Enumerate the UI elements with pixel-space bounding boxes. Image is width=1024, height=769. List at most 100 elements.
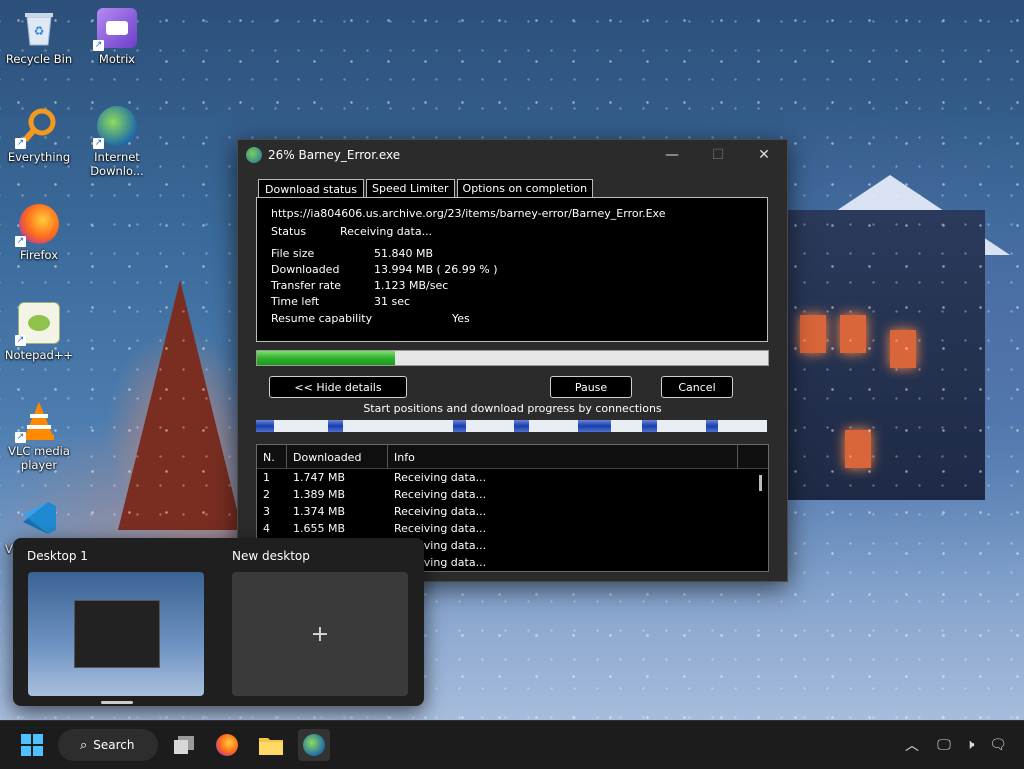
- house-window: [840, 315, 866, 353]
- maximize-button[interactable]: ☐: [695, 140, 741, 170]
- time-left-value: 31 sec: [374, 295, 411, 308]
- connection-segment: [577, 420, 612, 432]
- desktop-icon-recycle-bin[interactable]: ♻ Recycle Bin: [1, 8, 77, 66]
- idm-app-icon: [246, 147, 262, 163]
- vscode-icon: [19, 498, 59, 538]
- start-button[interactable]: [16, 729, 48, 761]
- new-desktop-label: New desktop: [232, 549, 310, 563]
- desktop-icon-everything[interactable]: ↗ Everything: [1, 106, 77, 164]
- firefox-icon: ↗: [15, 204, 59, 247]
- status-value: Receiving data...: [340, 225, 433, 238]
- cell-downloaded: 1.374 MB: [293, 505, 346, 518]
- network-icon: 🖵: [937, 737, 951, 753]
- download-progress-fill: [257, 351, 395, 365]
- show-hidden-icons-button[interactable]: ︿: [896, 729, 928, 761]
- download-progress-bar: [256, 350, 769, 366]
- column-header-info[interactable]: Info: [388, 445, 738, 468]
- table-scrollbar[interactable]: [759, 475, 762, 491]
- taskbar-firefox[interactable]: [211, 729, 243, 761]
- desktop-icon-vlc[interactable]: ↗ VLC media player: [1, 400, 77, 472]
- taskbar-idm[interactable]: [298, 729, 330, 761]
- resume-label: Resume capability: [271, 312, 373, 325]
- windows-logo-icon: [21, 734, 43, 756]
- tab-download-status[interactable]: Download status: [258, 179, 364, 199]
- active-desktop-indicator: [101, 701, 133, 704]
- folder-icon: [259, 738, 283, 755]
- cell-info: Receiving data...: [394, 539, 487, 552]
- cancel-button[interactable]: Cancel: [661, 376, 733, 398]
- table-row[interactable]: 3 1.374 MB Receiving data...: [257, 503, 768, 520]
- chevron-up-icon: ︿: [905, 738, 919, 754]
- desktop-icon-idm[interactable]: ↗ Internet Downlo...: [79, 106, 155, 178]
- file-size-label: File size: [271, 247, 315, 260]
- desktop-icon-firefox[interactable]: ↗ Firefox: [1, 204, 77, 262]
- idm-icon: [303, 734, 325, 756]
- file-size-value: 51.840 MB: [374, 247, 434, 260]
- status-label: Status: [271, 225, 307, 238]
- cell-number: 1: [263, 471, 270, 484]
- cell-number: 4: [263, 522, 270, 535]
- table-header: N. Downloaded Info: [257, 445, 768, 469]
- column-header-number[interactable]: N.: [257, 445, 287, 468]
- connection-segment: [514, 420, 530, 432]
- new-desktop-button[interactable]: +: [232, 572, 408, 696]
- taskbar: ⌕ Search ︿ 🖵 🕨 🗨: [0, 720, 1024, 769]
- column-header-downloaded[interactable]: Downloaded: [287, 445, 388, 468]
- desktop-1-thumbnail[interactable]: [28, 572, 204, 696]
- cell-downloaded: 1.655 MB: [293, 522, 346, 535]
- transfer-rate-value: 1.123 MB/sec: [374, 279, 449, 292]
- connection-segment: [705, 420, 719, 432]
- downloaded-label: Downloaded: [271, 263, 340, 276]
- recycle-bin-icon: ♻: [19, 8, 59, 48]
- desktop-icon-label: Motrix: [98, 52, 136, 66]
- plus-icon: +: [310, 621, 330, 647]
- desktop-icon-motrix[interactable]: ↗ Motrix: [79, 8, 155, 66]
- window-title: 26% Barney_Error.exe: [268, 148, 401, 162]
- desktop-icon-label: Notepad++: [4, 348, 74, 362]
- hide-details-button[interactable]: << Hide details: [269, 376, 407, 398]
- house-window: [800, 315, 826, 353]
- pause-button[interactable]: Pause: [550, 376, 632, 398]
- connection-segment: [256, 420, 274, 432]
- downloaded-row: Downloaded 13.994 MB ( 26.99 % ): [271, 263, 498, 276]
- minimize-button[interactable]: —: [649, 140, 695, 170]
- desktop-1-label: Desktop 1: [27, 549, 88, 563]
- task-view-icon: [174, 736, 194, 754]
- idm-icon: ↗: [93, 106, 137, 149]
- desktop-icon-label: VLC media player: [8, 444, 70, 472]
- notepadpp-icon: ↗: [15, 302, 60, 346]
- idm-download-window[interactable]: 26% Barney_Error.exe — ☐ ✕ Download stat…: [237, 139, 788, 582]
- everything-icon: ↗: [15, 106, 59, 149]
- connections-caption: Start positions and download progress by…: [363, 402, 662, 415]
- connection-segment: [452, 420, 466, 432]
- tab-speed-limiter[interactable]: Speed Limiter: [365, 179, 455, 199]
- vlc-icon: ↗: [15, 400, 59, 443]
- table-row[interactable]: 2 1.389 MB Receiving data...: [257, 486, 768, 503]
- tab-options-on-completion[interactable]: Options on completion: [456, 179, 594, 199]
- time-left-label: Time left: [271, 295, 320, 308]
- desktop-icon-notepadpp[interactable]: ↗ Notepad++: [1, 302, 77, 362]
- cell-info: Receiving data...: [394, 471, 487, 484]
- thumbnail-window-preview: [74, 600, 160, 668]
- cell-downloaded: 1.389 MB: [293, 488, 346, 501]
- notifications-button[interactable]: 🗨: [982, 729, 1014, 761]
- task-view-button[interactable]: [168, 729, 200, 761]
- close-button[interactable]: ✕: [741, 140, 787, 170]
- cell-info: Receiving data...: [394, 556, 487, 569]
- house: [785, 210, 985, 500]
- search-label: Search: [93, 738, 135, 752]
- transfer-rate-row: Transfer rate 1.123 MB/sec: [271, 279, 448, 292]
- title-bar[interactable]: 26% Barney_Error.exe — ☐ ✕: [238, 140, 787, 170]
- taskbar-file-explorer[interactable]: [255, 729, 287, 761]
- taskbar-search-button[interactable]: ⌕ Search: [58, 729, 158, 761]
- tab-strip: Download status Speed Limiter Options on…: [258, 179, 595, 199]
- download-url: https://ia804606.us.archive.org/23/items…: [271, 207, 666, 220]
- table-row[interactable]: 1 1.747 MB Receiving data...: [257, 469, 768, 486]
- cell-number: 3: [263, 505, 270, 518]
- connections-progress-bar: [256, 420, 767, 432]
- desktop-icon-label: Recycle Bin: [5, 52, 73, 66]
- time-left-row: Time left 31 sec: [271, 295, 410, 308]
- resume-row: Resume capability Yes: [271, 312, 470, 325]
- table-row[interactable]: 4 1.655 MB Receiving data...: [257, 520, 768, 537]
- resume-value: Yes: [452, 312, 470, 325]
